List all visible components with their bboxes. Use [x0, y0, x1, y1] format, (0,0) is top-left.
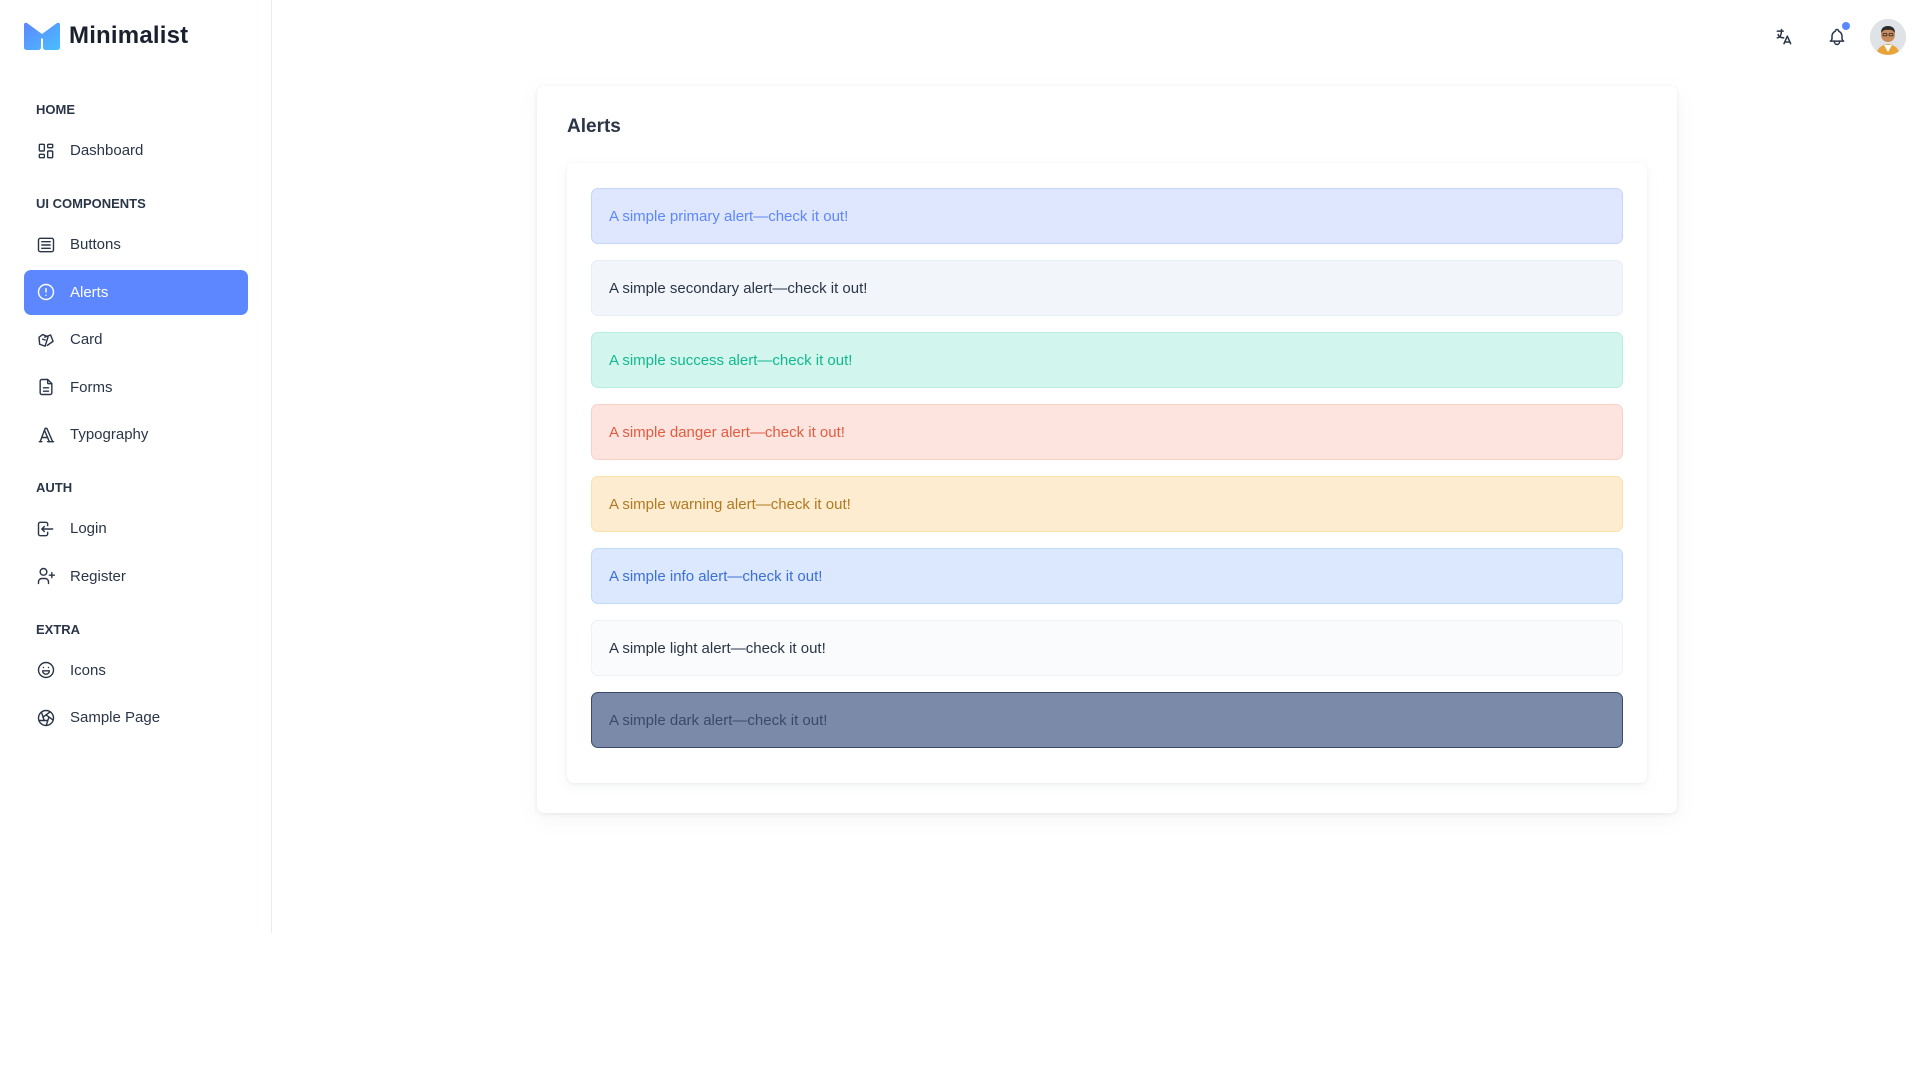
sidebar-item-label: Login: [70, 520, 107, 537]
sidebar-item-login[interactable]: Login: [24, 506, 248, 551]
alert-warning: A simple warning alert—check it out!: [591, 476, 1623, 532]
alert-secondary: A simple secondary alert—check it out!: [591, 260, 1623, 316]
sidebar-item-label: Dashboard: [70, 142, 144, 159]
avatar[interactable]: [1870, 19, 1906, 55]
buttons-icon: [36, 235, 56, 255]
sidebar-item-label: Typography: [70, 426, 149, 443]
file-description-icon: [36, 377, 56, 397]
sidebar-item-buttons[interactable]: Buttons: [24, 222, 248, 267]
alert-success: A simple success alert—check it out!: [591, 332, 1623, 388]
sidebar-item-icons[interactable]: Icons: [24, 648, 248, 693]
sidebar-item-card[interactable]: Card: [24, 317, 248, 362]
nav-section-ui-components: UI COMPONENTS: [36, 196, 146, 211]
sidebar-item-label: Register: [70, 567, 126, 585]
logo-mark-icon: [24, 22, 60, 50]
sidebar-item-label: Alerts: [70, 283, 109, 301]
alerts-card: Alerts A simple primary alert—check it o…: [537, 86, 1677, 813]
sidebar-item-sample-page[interactable]: Sample Page: [24, 695, 248, 740]
mood-happy-icon: [36, 660, 56, 680]
login-icon: [36, 519, 56, 539]
sidebar-item-label: Icons: [70, 661, 106, 679]
sidebar-nav: HOME Dashboard UI COMPONENTS Buttons Ale…: [24, 100, 248, 743]
sidebar-item-dashboard[interactable]: Dashboard: [24, 128, 248, 173]
notification-dot: [1842, 22, 1850, 30]
notifications-button[interactable]: [1817, 17, 1857, 57]
language-button[interactable]: [1764, 17, 1804, 57]
alert-primary: A simple primary alert—check it out!: [591, 188, 1623, 244]
sidebar: Minimalist HOME Dashboard UI COMPONENTS …: [0, 0, 272, 933]
translate-icon: [1776, 28, 1792, 45]
nav-section-extra: EXTRA: [36, 621, 81, 637]
alerts-container: A simple primary alert—check it out! A s…: [567, 163, 1647, 783]
page-title: Alerts: [567, 116, 621, 137]
alert-dark: A simple dark alert—check it out!: [591, 692, 1623, 748]
sidebar-item-alerts[interactable]: Alerts: [24, 269, 248, 315]
user-avatar-image: [1870, 19, 1906, 55]
brand-logo[interactable]: Minimalist: [24, 20, 188, 52]
brand-name: Minimalist: [69, 22, 189, 49]
alert-circle-icon: [36, 282, 56, 302]
dashboard-icon: [36, 141, 56, 161]
user-plus-icon: [36, 566, 56, 586]
header-actions: [1764, 17, 1906, 57]
app-root: Minimalist HOME Dashboard UI COMPONENTS …: [0, 0, 1920, 1080]
cards-icon: [36, 330, 56, 350]
sidebar-item-label: Forms: [70, 378, 113, 396]
nav-section-home: HOME: [36, 102, 75, 117]
alert-light: A simple light alert—check it out!: [591, 620, 1623, 676]
alert-danger: A simple danger alert—check it out!: [591, 404, 1623, 460]
sidebar-item-forms[interactable]: Forms: [24, 365, 248, 410]
alert-info: A simple info alert—check it out!: [591, 548, 1623, 604]
sidebar-item-register[interactable]: Register: [24, 554, 248, 599]
sidebar-item-label: Buttons: [70, 236, 121, 253]
bell-icon: [1829, 28, 1845, 46]
typography-icon: [36, 425, 56, 445]
sidebar-item-label: Card: [70, 331, 103, 348]
nav-section-auth: AUTH: [36, 480, 73, 495]
aperture-icon: [36, 708, 56, 728]
sidebar-item-label: Sample Page: [70, 709, 161, 726]
sidebar-item-typography[interactable]: Typography: [24, 412, 248, 457]
